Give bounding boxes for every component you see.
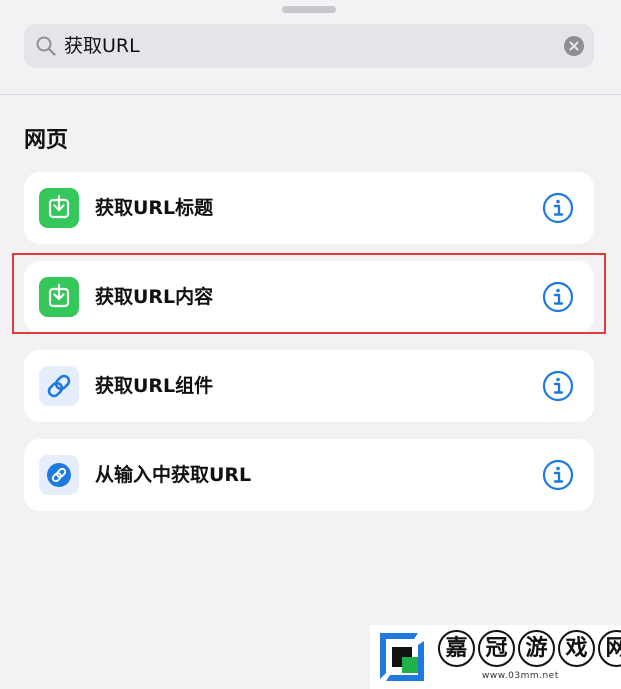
link-icon [39, 366, 79, 406]
info-icon[interactable] [542, 192, 574, 224]
search-input[interactable] [64, 24, 544, 68]
search-divider [0, 94, 621, 95]
info-icon[interactable] [542, 281, 574, 313]
action-label: 从输入中获取URL [95, 464, 252, 486]
action-label: 获取URL组件 [95, 375, 214, 397]
action-label: 获取URL标题 [95, 197, 214, 219]
sheet-grabber[interactable] [282, 6, 336, 13]
watermark-char: 戏 [558, 630, 595, 667]
link-circle-icon [39, 455, 79, 495]
action-label: 获取URL内容 [95, 286, 214, 308]
search-bar[interactable] [24, 24, 594, 68]
info-icon[interactable] [542, 459, 574, 491]
download-icon [39, 277, 79, 317]
watermark: 嘉 冠 游 戏 网 www.03mm.net [370, 625, 621, 689]
action-row-get-url-title[interactable]: 获取URL标题 [24, 172, 594, 244]
watermark-logo-icon [380, 633, 424, 681]
watermark-text: 嘉 冠 游 戏 网 [438, 630, 621, 670]
action-row-get-url-components[interactable]: 获取URL组件 [24, 350, 594, 422]
watermark-char: 嘉 [438, 630, 475, 667]
watermark-url: www.03mm.net [482, 671, 559, 681]
watermark-char: 网 [598, 630, 621, 667]
watermark-char: 游 [518, 630, 555, 667]
info-icon[interactable] [542, 370, 574, 402]
search-icon [36, 36, 56, 56]
clear-search-icon[interactable] [564, 36, 584, 56]
action-row-get-url-from-input[interactable]: 从输入中获取URL [24, 439, 594, 511]
section-title: 网页 [24, 128, 69, 153]
download-icon [39, 188, 79, 228]
action-row-get-url-content[interactable]: 获取URL内容 [24, 261, 594, 333]
action-picker-sheet: 网页 获取URL标题 获取URL内容 [0, 0, 621, 689]
watermark-char: 冠 [478, 630, 515, 667]
